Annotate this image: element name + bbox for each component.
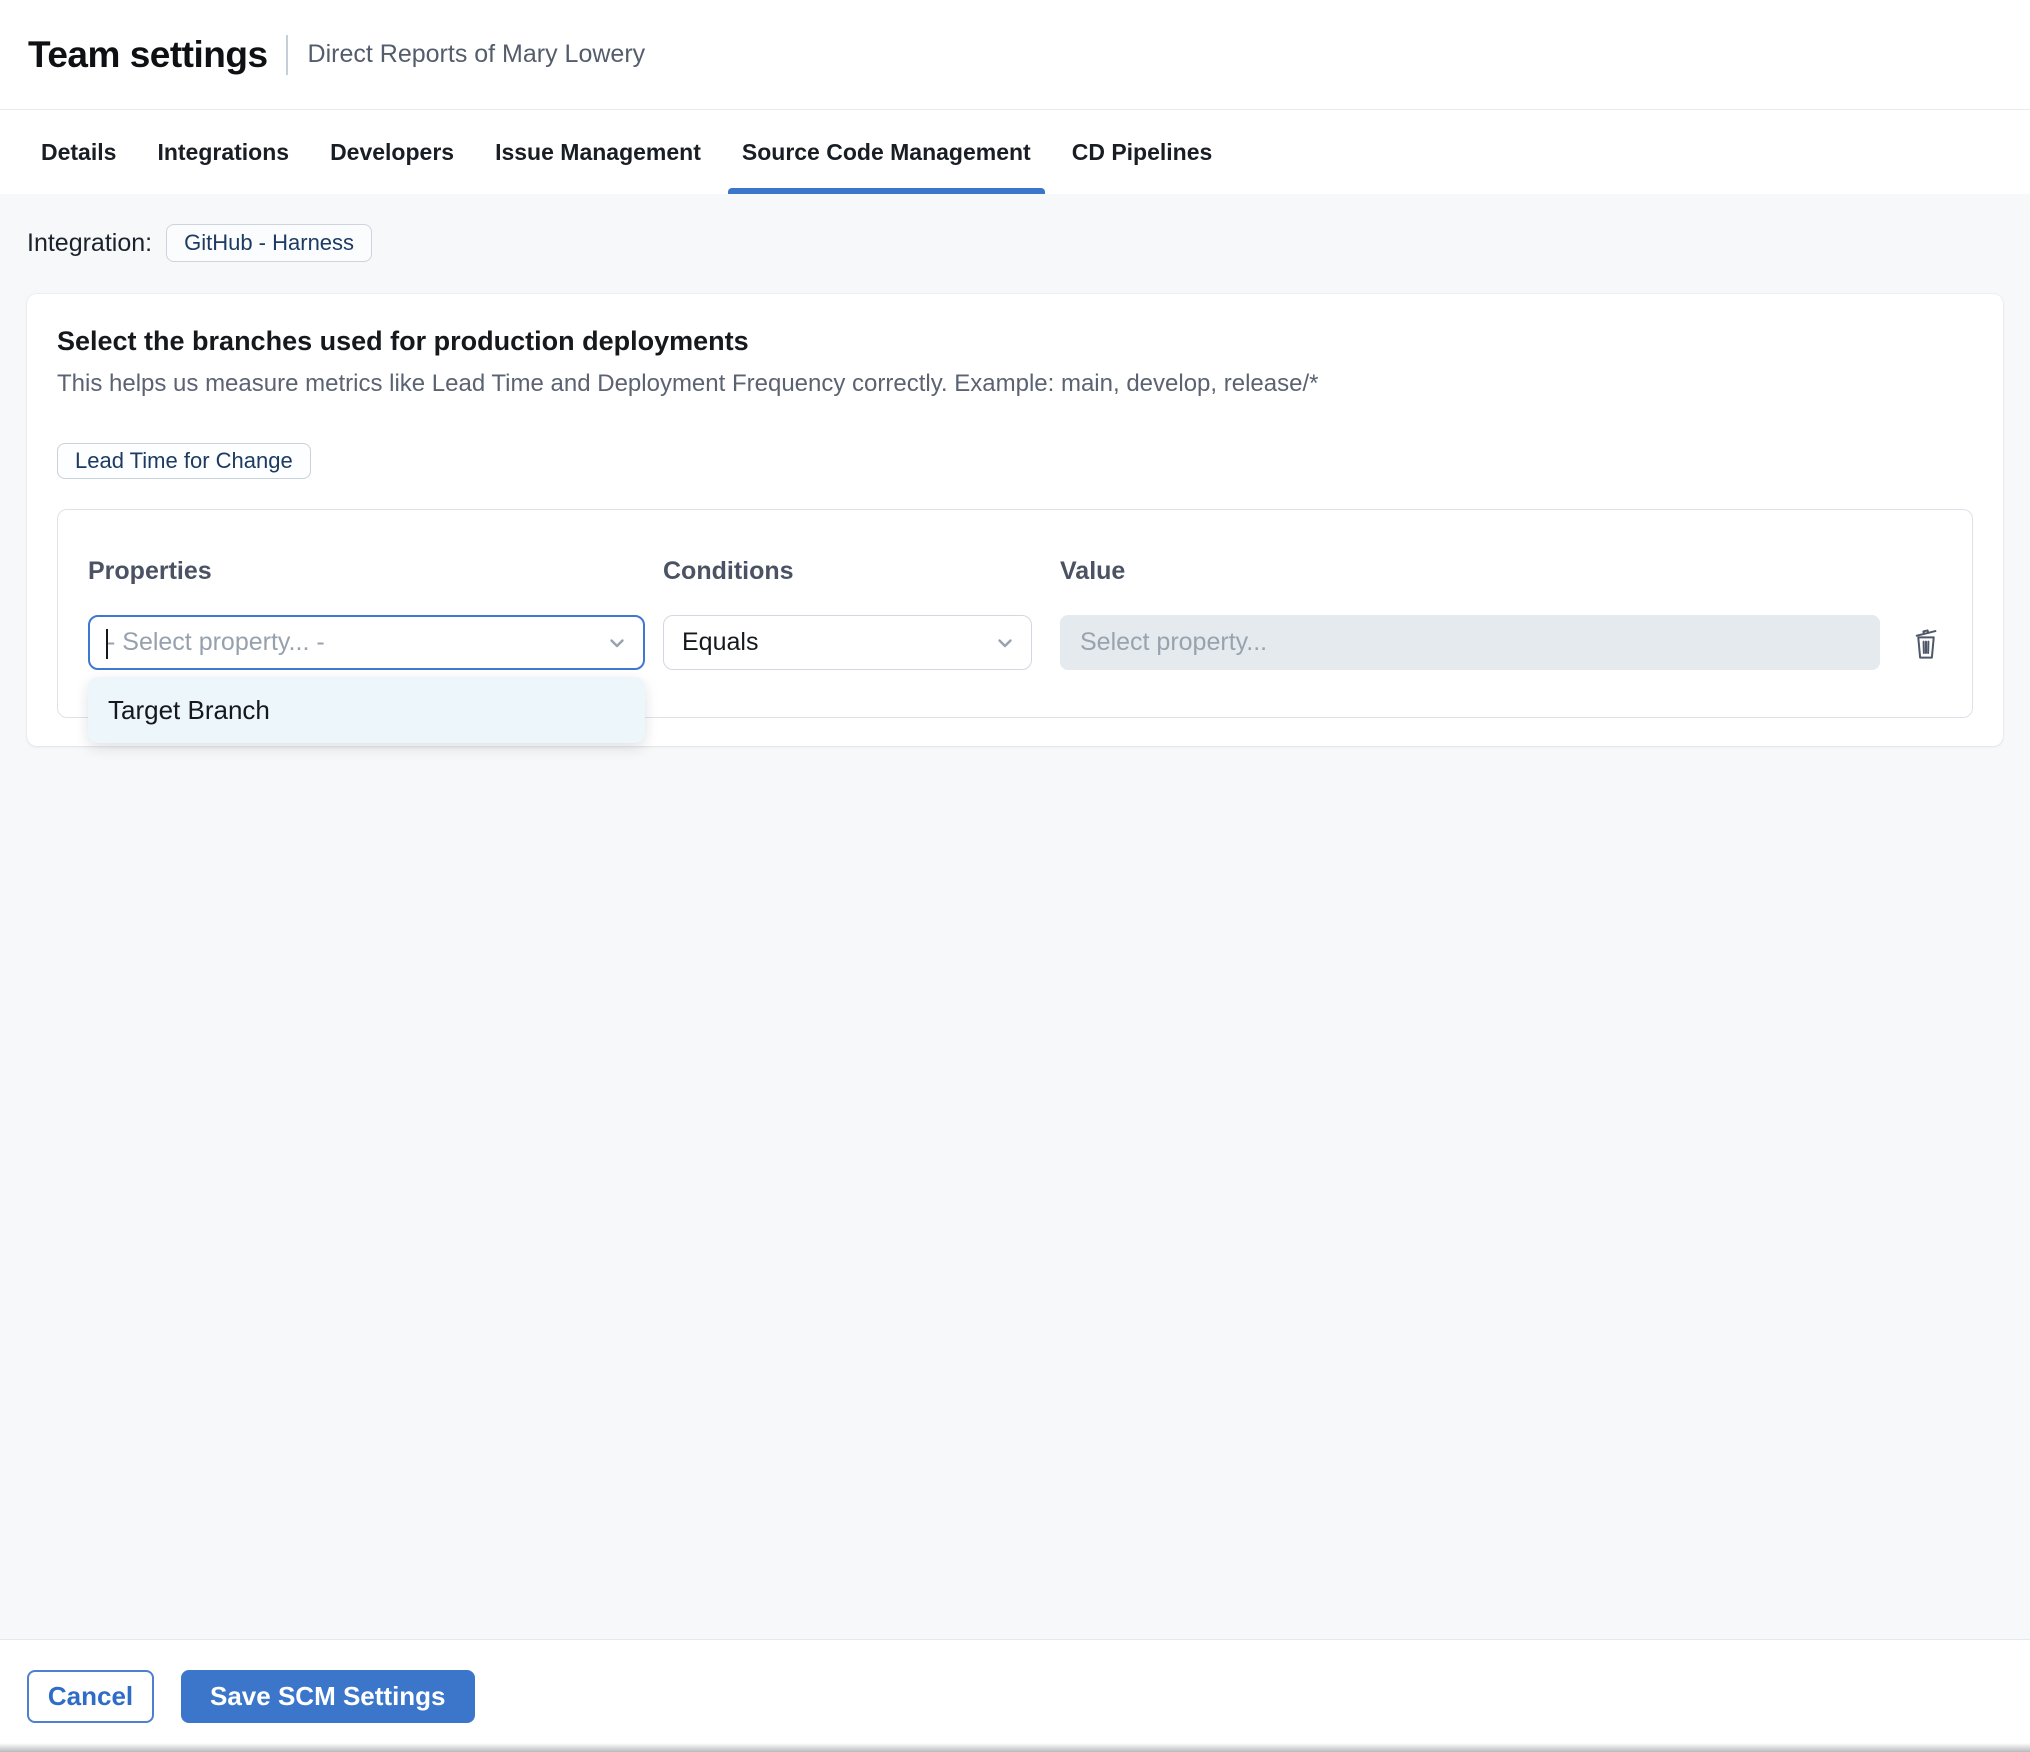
tab-label: Source Code Management	[741, 138, 1031, 165]
settings-tabbar: Details Integrations Developers Issue Ma…	[0, 110, 2030, 194]
footer-action-bar: Cancel Save SCM Settings	[0, 1639, 2030, 1752]
window-bottom-edge	[0, 1743, 2030, 1752]
conditions-label: Conditions	[663, 557, 794, 585]
card-heading: Select the branches used for production …	[57, 326, 749, 356]
tab-cd-pipelines[interactable]: CD Pipelines	[1058, 110, 1227, 194]
cancel-button[interactable]: Cancel	[27, 1669, 154, 1723]
tab-label: Integrations	[157, 138, 290, 165]
save-scm-settings-button[interactable]: Save SCM Settings	[181, 1669, 475, 1723]
integration-label: Integration:	[27, 228, 153, 257]
active-tab-underline	[727, 188, 1045, 194]
chevron-down-icon	[993, 631, 1017, 655]
title-separator	[285, 34, 288, 75]
page-title: Team settings	[28, 33, 268, 75]
page-header: Team settings Direct Reports of Mary Low…	[0, 0, 2030, 110]
tab-label: Issue Management	[495, 138, 701, 165]
lead-time-for-change-chip[interactable]: Lead Time for Change	[57, 443, 311, 479]
integration-row: Integration: GitHub - Harness	[27, 224, 2003, 262]
production-branches-card: Select the branches used for production …	[27, 294, 2003, 746]
text-cursor	[106, 628, 108, 659]
rule-builder-box: Properties Conditions Value - Select pro…	[57, 509, 1973, 743]
tab-integrations[interactable]: Integrations	[143, 110, 303, 194]
tab-developers[interactable]: Developers	[316, 110, 468, 194]
properties-label: Properties	[88, 557, 212, 585]
condition-select-value: Equals	[682, 628, 759, 656]
tab-details[interactable]: Details	[27, 110, 130, 194]
rule-controls-row: - Select property... - Target Branch Equ…	[88, 615, 1942, 743]
trash-icon[interactable]	[1910, 624, 1942, 662]
team-settings-page: Team settings Direct Reports of Mary Low…	[0, 0, 2030, 1752]
value-input[interactable]	[1060, 615, 1880, 670]
property-select-placeholder: - Select property... -	[107, 628, 325, 656]
card-description: This helps us measure metrics like Lead …	[57, 370, 1319, 397]
rule-labels-row: Properties Conditions Value	[88, 558, 1942, 615]
page-subtitle: Direct Reports of Mary Lowery	[307, 40, 646, 68]
tab-source-code-management[interactable]: Source Code Management	[727, 110, 1045, 194]
dropdown-option-target-branch[interactable]: Target Branch	[88, 681, 645, 739]
chevron-down-icon	[605, 631, 629, 655]
integration-chip[interactable]: GitHub - Harness	[166, 224, 373, 262]
tab-issue-management[interactable]: Issue Management	[481, 110, 715, 194]
property-select[interactable]: - Select property... -	[88, 615, 645, 670]
tab-label: CD Pipelines	[1071, 138, 1213, 165]
tab-label: Details	[41, 138, 117, 165]
scm-settings-content: Integration: GitHub - Harness Select the…	[0, 194, 2030, 1639]
property-options-dropdown: Target Branch	[88, 677, 645, 743]
condition-select[interactable]: Equals	[663, 615, 1032, 670]
value-label: Value	[1060, 557, 1126, 585]
tab-label: Developers	[330, 138, 455, 165]
